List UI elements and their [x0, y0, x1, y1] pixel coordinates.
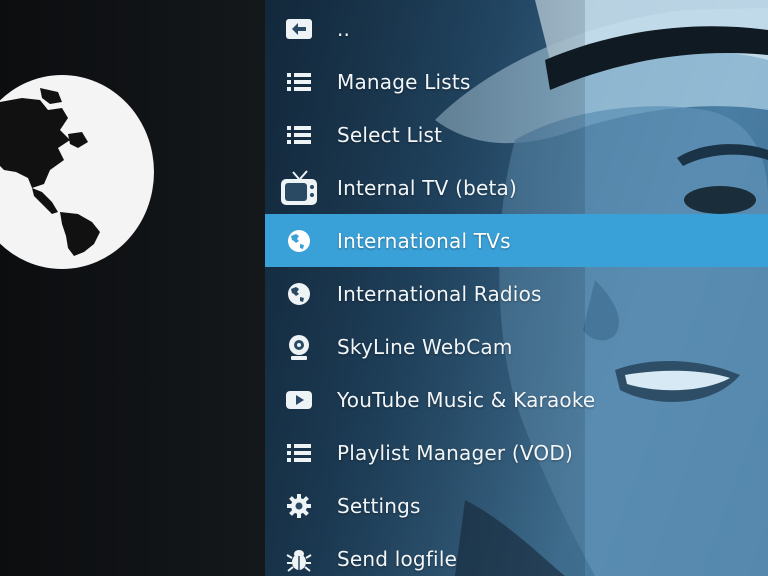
- menu-item-label: Playlist Manager (VOD): [337, 440, 573, 465]
- bug-icon: [279, 539, 319, 576]
- menu-item-label: SkyLine WebCam: [337, 334, 513, 359]
- addon-info-panel: [0, 0, 265, 576]
- globe-icon: [0, 74, 154, 270]
- menu-item-youtube[interactable]: YouTube Music & Karaoke: [265, 373, 768, 426]
- tv-icon: [279, 168, 319, 208]
- menu-item-internal-tv[interactable]: Internal TV (beta): [265, 161, 768, 214]
- list-icon: [279, 62, 319, 102]
- youtube-icon: [279, 380, 319, 420]
- menu-item-skyline-webcam[interactable]: SkyLine WebCam: [265, 320, 768, 373]
- menu-item-manage-lists[interactable]: Manage Lists: [265, 55, 768, 108]
- menu-item-international-radios[interactable]: International Radios: [265, 267, 768, 320]
- menu-item-label: Send logfile: [337, 546, 458, 571]
- menu-item-settings[interactable]: Settings: [265, 479, 768, 532]
- menu-item-label: ..: [337, 16, 351, 41]
- menu-item-label: International TVs: [337, 228, 511, 253]
- menu-item-playlist-manager[interactable]: Playlist Manager (VOD): [265, 426, 768, 479]
- addon-menu-list: .. Manage Lists Select List Internal TV …: [265, 2, 768, 576]
- menu-item-label: Settings: [337, 493, 421, 518]
- menu-item-select-list[interactable]: Select List: [265, 108, 768, 161]
- menu-item-label: Manage Lists: [337, 69, 471, 94]
- list-icon: [279, 433, 319, 473]
- webcam-icon: [279, 327, 319, 367]
- menu-item-send-logfile[interactable]: Send logfile: [265, 532, 768, 576]
- menu-item-label: Internal TV (beta): [337, 175, 517, 200]
- globe-icon: [279, 221, 319, 261]
- gear-icon: [279, 486, 319, 526]
- back-arrow-icon: [279, 9, 319, 49]
- menu-item-label: Select List: [337, 122, 443, 147]
- menu-item-international-tvs[interactable]: International TVs: [265, 214, 768, 267]
- globe-icon: [279, 274, 319, 314]
- menu-item-parent[interactable]: ..: [265, 2, 768, 55]
- menu-item-label: International Radios: [337, 281, 542, 306]
- list-icon: [279, 115, 319, 155]
- menu-item-label: YouTube Music & Karaoke: [337, 387, 596, 412]
- screen: .. Manage Lists Select List Internal TV …: [0, 0, 768, 576]
